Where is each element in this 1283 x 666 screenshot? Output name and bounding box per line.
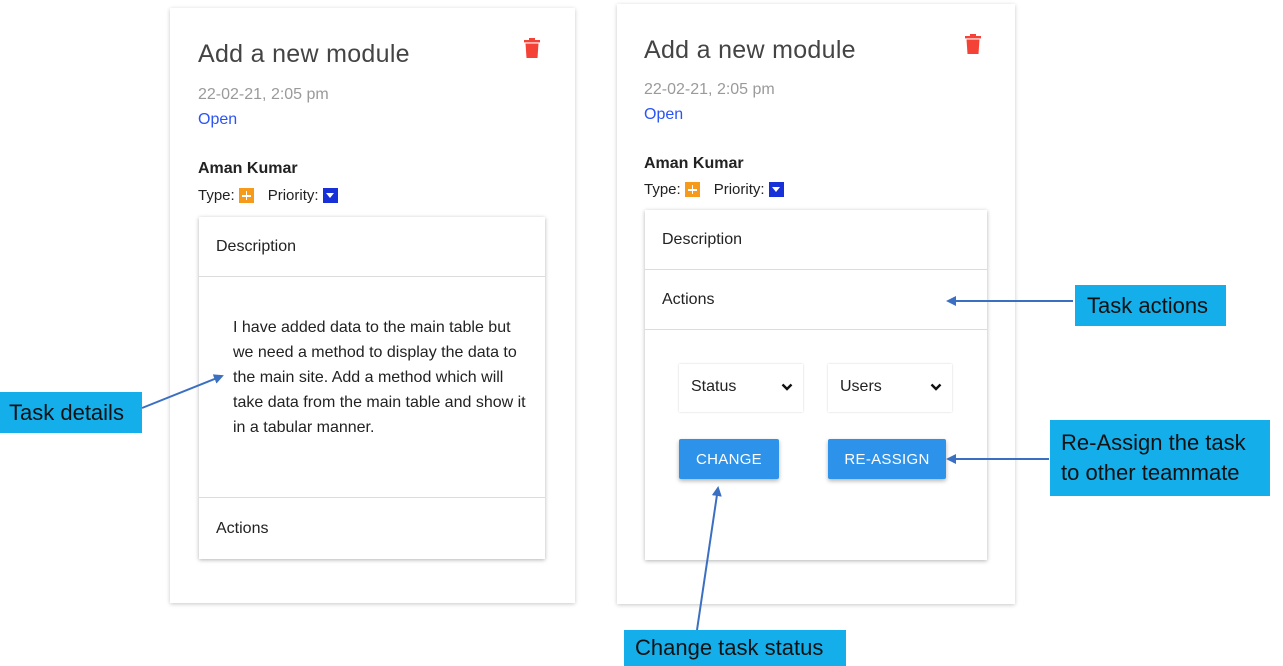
callout-change-status: Change task status bbox=[624, 630, 846, 666]
callout-reassign-line1: Re-Assign the task bbox=[1061, 430, 1246, 455]
change-status-arrow bbox=[696, 486, 722, 631]
callout-task-details: Task details bbox=[0, 392, 142, 433]
callout-reassign-line2: to other teammate bbox=[1061, 460, 1240, 485]
callout-task-actions: Task actions bbox=[1075, 285, 1226, 326]
task-details-arrow bbox=[141, 374, 224, 409]
callout-reassign: Re-Assign the task to other teammate bbox=[1050, 420, 1270, 496]
annotation-arrows bbox=[141, 296, 1073, 631]
